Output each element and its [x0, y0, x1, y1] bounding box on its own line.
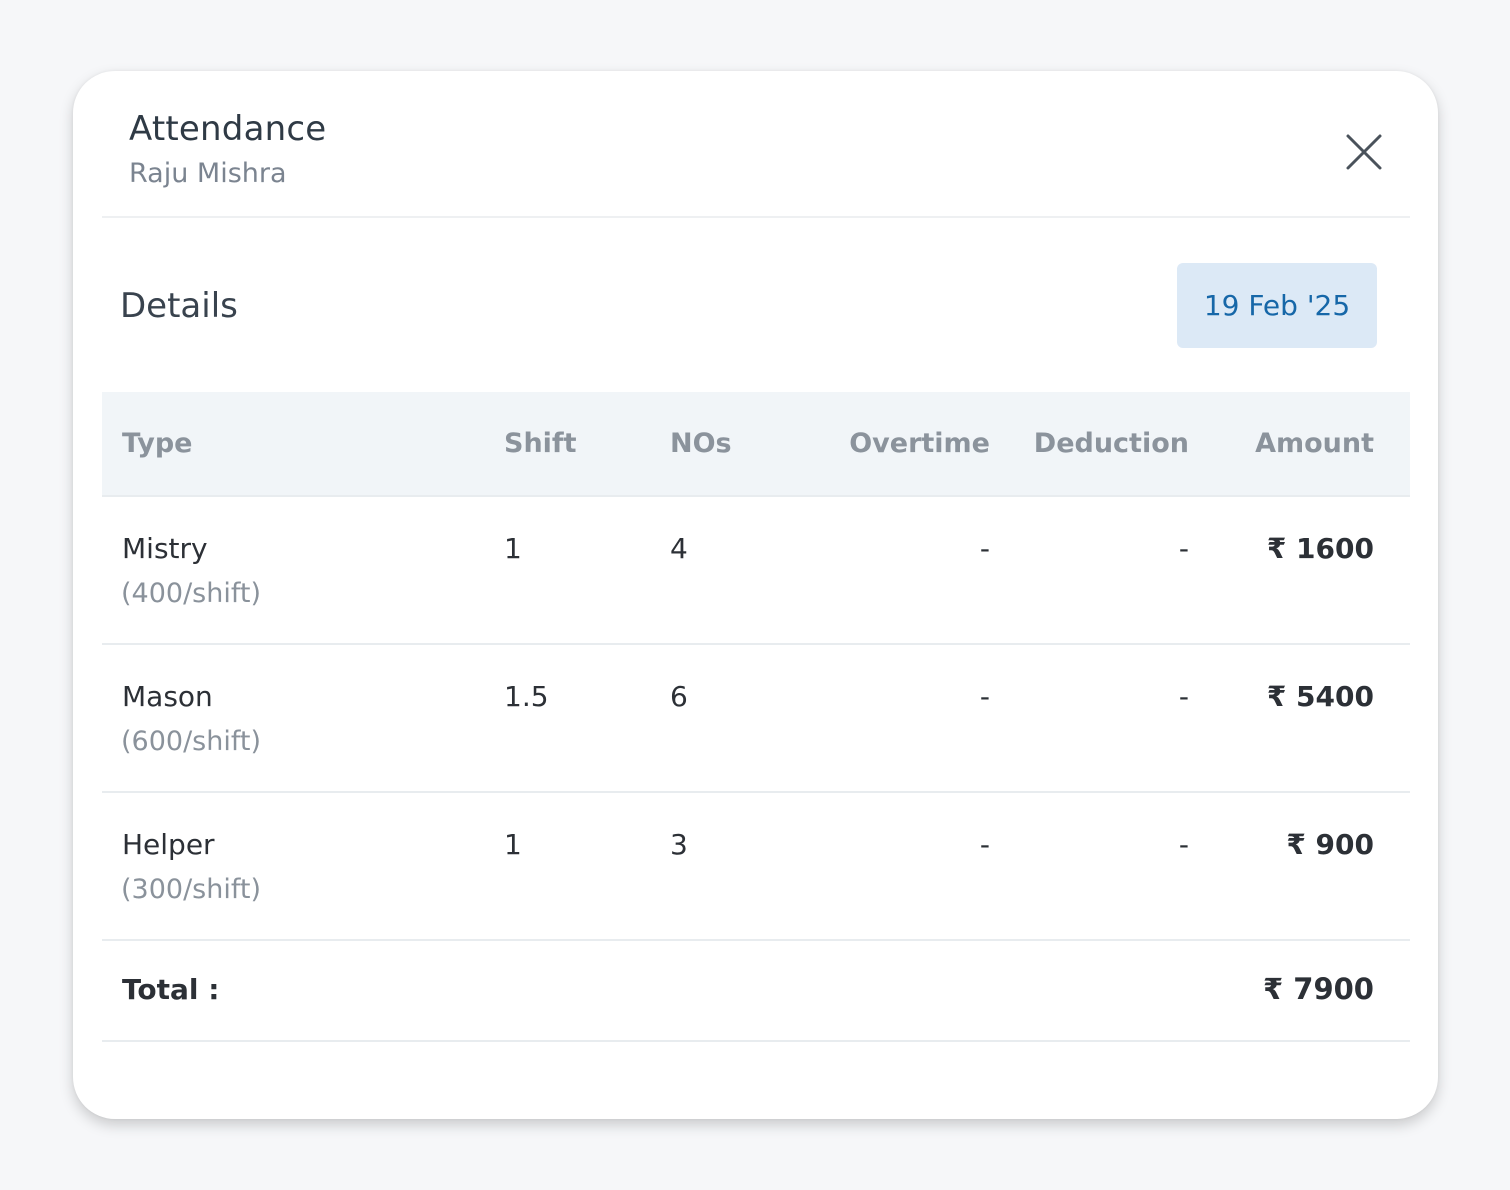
row-overtime: -	[979, 532, 990, 565]
row-nos: 4	[670, 532, 688, 565]
row-nos: 6	[670, 680, 688, 713]
table-row: Mason (600/shift) 1.5 6 - - ₹ 5400	[102, 645, 1410, 793]
row-rate: (600/shift)	[121, 726, 261, 757]
header-divider	[102, 216, 1410, 218]
table-row: Helper (300/shift) 1 3 - - ₹ 900	[102, 793, 1410, 941]
col-header-nos: NOs	[670, 428, 732, 459]
row-shift: 1.5	[504, 680, 549, 713]
total-label: Total :	[122, 973, 220, 1006]
col-header-overtime: Overtime	[849, 428, 990, 459]
row-type: Mason	[122, 680, 213, 713]
row-type: Mistry	[122, 532, 208, 565]
modal-title: Attendance	[129, 109, 327, 149]
row-amount: ₹ 5400	[1266, 680, 1374, 713]
details-title: Details	[120, 286, 238, 326]
row-deduction: -	[1178, 828, 1189, 861]
col-header-amount: Amount	[1255, 428, 1374, 459]
attendance-table: Type Shift NOs Overtime Deduction Amount…	[102, 392, 1410, 1042]
table-header: Type Shift NOs Overtime Deduction Amount	[102, 392, 1410, 497]
col-header-deduction: Deduction	[1033, 428, 1189, 459]
row-rate: (300/shift)	[121, 874, 261, 905]
row-shift: 1	[504, 532, 522, 565]
total-value: ₹ 7900	[1263, 972, 1374, 1006]
row-deduction: -	[1178, 680, 1189, 713]
modal-subtitle: Raju Mishra	[129, 158, 287, 189]
row-amount: ₹ 900	[1286, 828, 1374, 861]
close-icon	[1346, 134, 1382, 170]
attendance-modal: Attendance Raju Mishra Details 19 Feb '2…	[73, 71, 1438, 1119]
col-header-shift: Shift	[504, 428, 577, 459]
date-badge[interactable]: 19 Feb '25	[1177, 263, 1377, 348]
row-shift: 1	[504, 828, 522, 861]
row-rate: (400/shift)	[121, 578, 261, 609]
row-overtime: -	[979, 828, 990, 861]
close-button[interactable]	[1343, 131, 1385, 173]
row-overtime: -	[979, 680, 990, 713]
row-amount: ₹ 1600	[1266, 532, 1374, 565]
row-nos: 3	[670, 828, 688, 861]
row-type: Helper	[122, 828, 215, 861]
col-header-type: Type	[122, 428, 193, 459]
table-row: Mistry (400/shift) 1 4 - - ₹ 1600	[102, 497, 1410, 645]
row-deduction: -	[1178, 532, 1189, 565]
total-row: Total : ₹ 7900	[102, 941, 1410, 1042]
